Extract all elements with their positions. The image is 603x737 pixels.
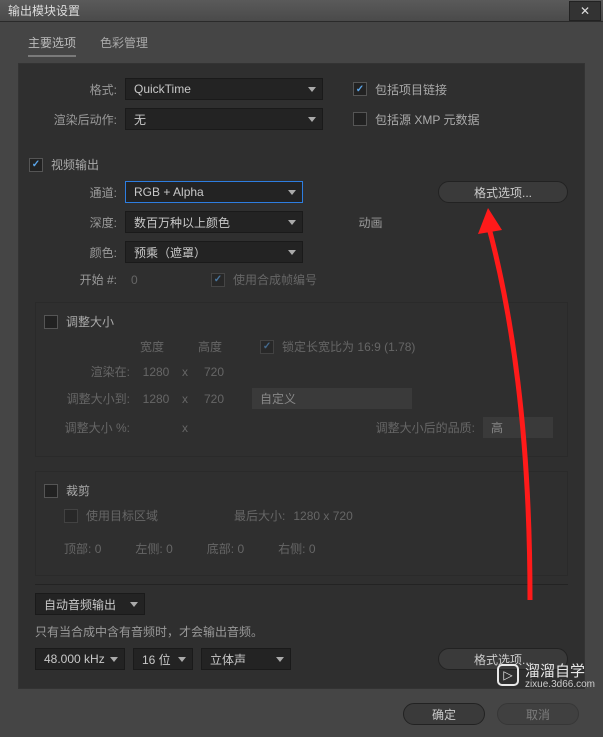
channel-label: 通道: [35, 184, 117, 201]
audio-rate-select[interactable]: 48.000 kHz [35, 648, 125, 670]
resize-title: 调整大小 [66, 313, 114, 330]
chevron-down-icon [288, 190, 296, 195]
format-options-button[interactable]: 格式选项... [438, 181, 568, 203]
format-select[interactable]: QuickTime [125, 78, 323, 100]
crop-right-label: 右侧: [278, 542, 305, 556]
chevron-down-icon [308, 117, 316, 122]
chevron-down-icon [178, 657, 186, 662]
depth-label: 深度: [35, 214, 117, 231]
watermark-name: 溜溜自学 [525, 663, 585, 680]
resize-preset: 自定义 [252, 388, 412, 409]
include-xmp-label: 包括源 XMP 元数据 [375, 111, 479, 128]
chevron-down-icon [288, 250, 296, 255]
chevron-down-icon [308, 87, 316, 92]
audio-mode-value: 自动音频输出 [44, 596, 116, 613]
resize-to-label: 调整大小到: [50, 390, 130, 407]
resize-quality-label: 调整大小后的品质: [376, 419, 475, 436]
resize-pct-label: 调整大小 %: [50, 419, 130, 436]
chevron-down-icon [130, 602, 138, 607]
post-render-value: 无 [134, 111, 146, 128]
channel-select[interactable]: RGB + Alpha [125, 181, 303, 203]
resize-quality-value: 高 [483, 417, 553, 438]
lock-aspect-label: 锁定长宽比为 16:9 (1.78) [282, 338, 415, 355]
resize-checkbox[interactable] [44, 315, 58, 329]
play-icon: ▷ [497, 664, 519, 686]
start-frame-value: 0 [125, 273, 165, 287]
audio-bits-value: 16 位 [142, 651, 171, 668]
final-size-value: 1280 x 720 [293, 509, 352, 523]
watermark: ▷ 溜溜自学 zixue.3d66.com [497, 660, 595, 690]
post-render-label: 渲染后动作: [35, 111, 117, 128]
audio-channels-value: 立体声 [210, 651, 246, 668]
chevron-down-icon [110, 657, 118, 662]
depth-select[interactable]: 数百万种以上颜色 [125, 211, 303, 233]
crop-bottom-label: 底部: [207, 542, 234, 556]
crop-panel: 裁剪 使用目标区域 最后大小: 1280 x 720 顶部: 0 左侧: 0 底… [35, 471, 568, 576]
watermark-url: zixue.3d66.com [525, 679, 595, 690]
start-frame-label: 开始 #: [35, 271, 117, 288]
titlebar: 输出模块设置 ✕ [0, 0, 603, 22]
color-select[interactable]: 预乘（遮罩） [125, 241, 303, 263]
use-roi-checkbox [64, 509, 78, 523]
audio-bits-select[interactable]: 16 位 [133, 648, 193, 670]
resize-to-height: 720 [196, 392, 232, 406]
use-roi-label: 使用目标区域 [86, 507, 158, 524]
lock-aspect-checkbox [260, 340, 274, 354]
audio-mode-select[interactable]: 自动音频输出 [35, 593, 145, 615]
tab-main[interactable]: 主要选项 [28, 34, 76, 57]
audio-note: 只有当合成中含有音频时，才会输出音频。 [35, 623, 263, 640]
chevron-down-icon [276, 657, 284, 662]
use-comp-frame-label: 使用合成帧编号 [233, 271, 317, 288]
ok-button[interactable]: 确定 [403, 703, 485, 725]
render-width: 1280 [138, 365, 174, 379]
tab-color[interactable]: 色彩管理 [100, 34, 148, 57]
cancel-button[interactable]: 取消 [497, 703, 579, 725]
channel-value: RGB + Alpha [134, 185, 204, 199]
color-value: 预乘（遮罩） [134, 244, 206, 261]
main-panel: 格式: QuickTime 包括项目链接 渲染后动作: 无 包括源 XMP 元数… [18, 63, 585, 689]
depth-value: 数百万种以上颜色 [134, 214, 230, 231]
format-value: QuickTime [134, 82, 191, 96]
close-button[interactable]: ✕ [569, 1, 601, 21]
crop-checkbox[interactable] [44, 484, 58, 498]
crop-left-label: 左侧: [135, 542, 162, 556]
audio-channels-select[interactable]: 立体声 [201, 648, 291, 670]
crop-title: 裁剪 [66, 482, 90, 499]
color-label: 颜色: [35, 244, 117, 261]
render-height: 720 [196, 365, 232, 379]
video-output-checkbox[interactable] [29, 158, 43, 172]
resize-to-width: 1280 [138, 392, 174, 406]
tabs: 主要选项 色彩管理 [18, 34, 585, 57]
use-comp-frame-checkbox [211, 273, 225, 287]
include-link-label: 包括项目链接 [375, 81, 447, 98]
post-render-select[interactable]: 无 [125, 108, 323, 130]
resize-height-header: 高度 [198, 338, 222, 355]
include-link-checkbox[interactable] [353, 82, 367, 96]
crop-top-label: 顶部: [64, 542, 91, 556]
video-output-label: 视频输出 [51, 156, 99, 173]
render-at-label: 渲染在: [50, 363, 130, 380]
resize-panel: 调整大小 宽度 高度 锁定长宽比为 16:9 (1.78) 渲染在: 1280 … [35, 302, 568, 457]
chevron-down-icon [288, 220, 296, 225]
codec-text: 动画 [311, 214, 430, 231]
audio-rate-value: 48.000 kHz [44, 652, 105, 666]
resize-width-header: 宽度 [140, 338, 164, 355]
footer: 确定 取消 [18, 703, 585, 725]
include-xmp-checkbox[interactable] [353, 112, 367, 126]
window-title: 输出模块设置 [8, 2, 80, 19]
final-size-label: 最后大小: [234, 507, 285, 524]
format-label: 格式: [35, 81, 117, 98]
